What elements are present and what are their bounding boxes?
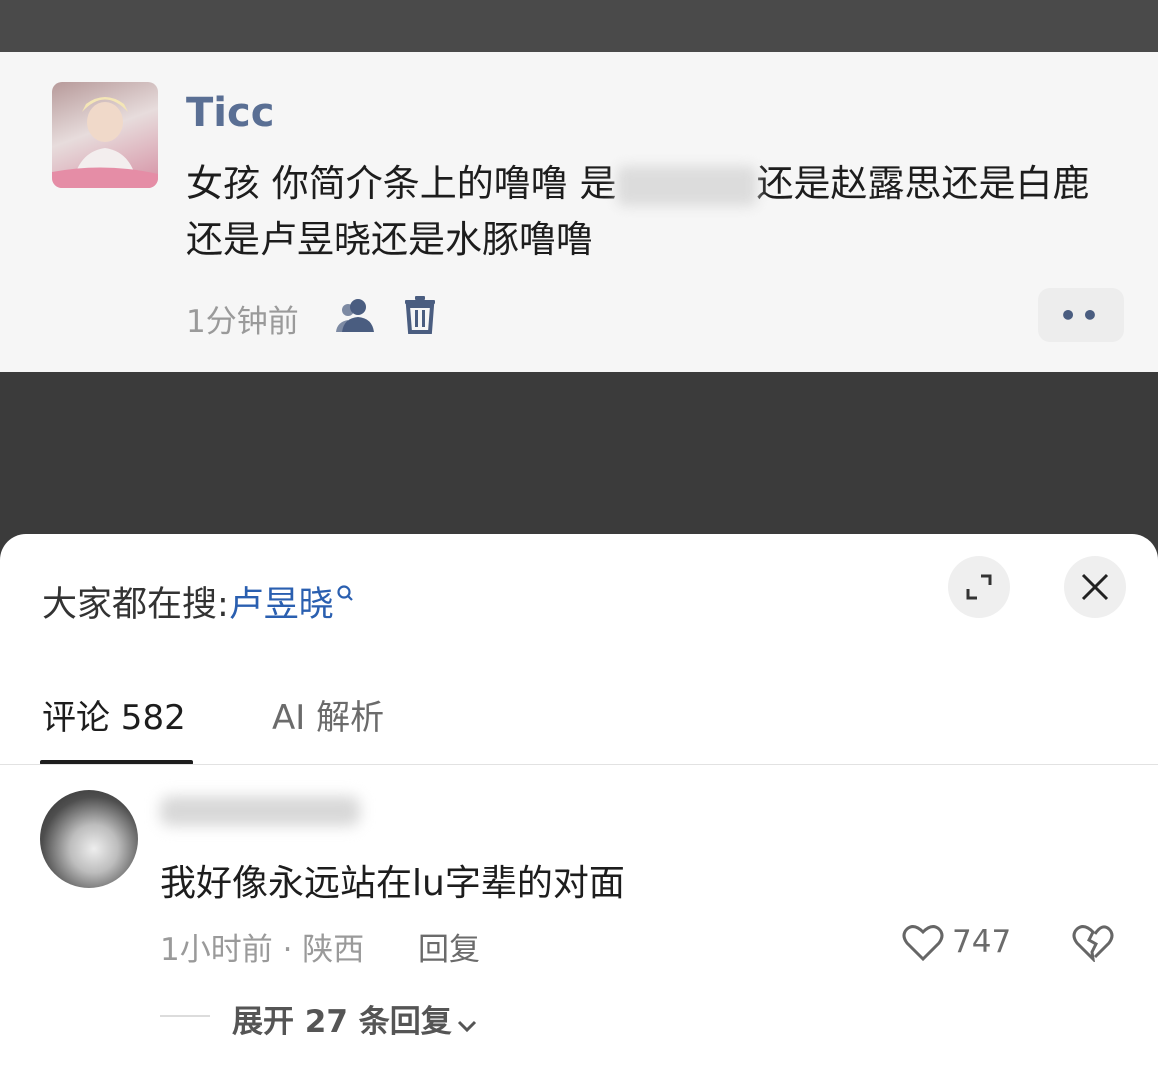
trending-search[interactable]: 大家都在搜:卢昱晓 xyxy=(42,576,356,627)
comment-text: 我好像永远站在lu字辈的对面 xyxy=(160,863,625,904)
chevron-down-icon xyxy=(456,1006,478,1042)
commenter-avatar[interactable] xyxy=(40,790,138,888)
more-options-button[interactable]: •• xyxy=(1038,288,1124,342)
replies-divider-line xyxy=(160,1015,210,1017)
expand-replies-label: 展开 27 条回复 xyxy=(232,1004,452,1040)
post-time: 1分钟前 xyxy=(186,304,299,340)
delete-icon[interactable] xyxy=(404,296,436,338)
tabs-divider xyxy=(0,764,1158,765)
commenter-name-blurred xyxy=(160,796,360,826)
like-count: 747 xyxy=(952,924,1012,960)
author-name[interactable]: Ticc xyxy=(186,90,274,136)
search-icon xyxy=(336,576,356,616)
dimmed-top-area xyxy=(0,0,1158,52)
expand-button[interactable] xyxy=(948,556,1010,618)
close-icon xyxy=(1081,573,1109,601)
visibility-people-icon[interactable] xyxy=(336,298,378,338)
trending-search-prefix: 大家都在搜: xyxy=(42,585,229,625)
comments-sheet: 大家都在搜:卢昱晓 评论 582 AI 解析 我好像永远站在lu字辈的对面 1小… xyxy=(0,534,1158,1080)
expand-replies-button[interactable]: 展开 27 条回复 xyxy=(232,996,478,1042)
tab-ai-analysis[interactable]: AI 解析 xyxy=(272,690,384,739)
reply-button[interactable]: 回复 xyxy=(418,924,480,969)
heart-icon[interactable] xyxy=(902,924,944,966)
expand-icon xyxy=(966,574,992,600)
post-text: 女孩 你简介条上的噜噜 是还是赵露思还是白鹿还是卢昱晓还是水豚噜噜 xyxy=(186,156,1126,268)
author-avatar[interactable] xyxy=(52,82,158,188)
post-card: Ticc 女孩 你简介条上的噜噜 是还是赵露思还是白鹿还是卢昱晓还是水豚噜噜 1… xyxy=(0,52,1158,372)
close-button[interactable] xyxy=(1064,556,1126,618)
trending-search-term[interactable]: 卢昱晓 xyxy=(229,585,334,625)
broken-heart-icon[interactable] xyxy=(1072,924,1114,966)
comment-meta: 1小时前 · 陕西 xyxy=(160,932,365,968)
tab-comments[interactable]: 评论 582 xyxy=(42,690,186,739)
post-text-before: 女孩 你简介条上的噜噜 是 xyxy=(186,162,617,205)
blurred-text xyxy=(616,165,757,206)
